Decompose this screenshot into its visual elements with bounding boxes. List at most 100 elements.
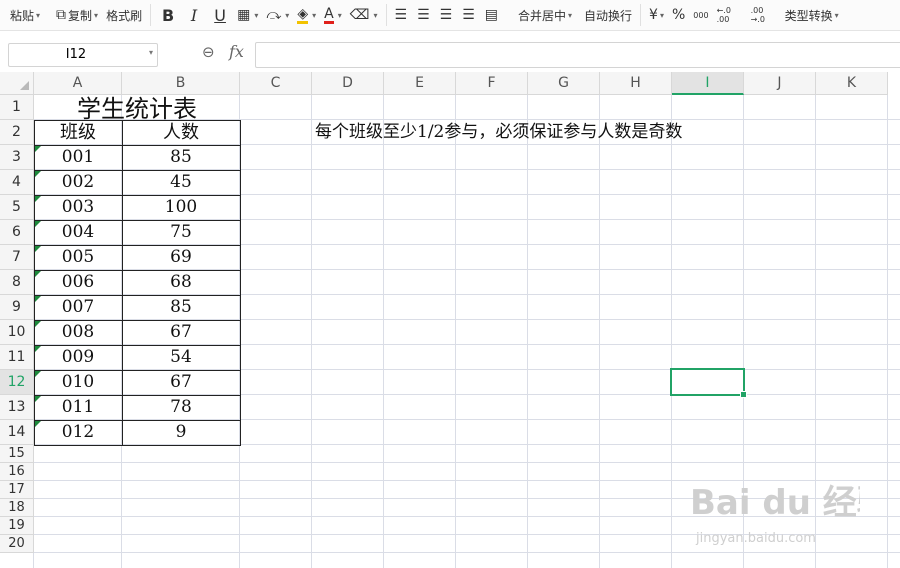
merge-center-button[interactable]: 合并居中 ▾ <box>514 3 576 27</box>
note-text: 每个班级至少1/2参与，必须保证参与人数是奇数 <box>315 122 683 142</box>
class-cell[interactable]: 001 <box>34 145 122 170</box>
row-header-10[interactable]: 10 <box>0 320 34 345</box>
class-cell[interactable]: 005 <box>34 245 122 270</box>
column-header-d[interactable]: D <box>312 72 384 95</box>
count-cell[interactable]: 67 <box>122 370 240 395</box>
column-header-k[interactable]: K <box>816 72 888 95</box>
count-cell[interactable]: 75 <box>122 220 240 245</box>
select-all-triangle-icon <box>20 81 29 90</box>
column-header-a[interactable]: A <box>34 72 122 95</box>
fill-bucket-icon: ◈ <box>297 5 309 24</box>
copy-button[interactable]: ⧉ 复制 ▾ <box>52 3 102 27</box>
font-color-button[interactable]: A ▾ <box>320 3 346 27</box>
row-header-14[interactable]: 14 <box>0 420 34 445</box>
count-cell[interactable]: 100 <box>122 195 240 220</box>
column-header-e[interactable]: E <box>384 72 456 95</box>
row-header-4[interactable]: 4 <box>0 170 34 195</box>
fx-icon[interactable]: fx <box>229 42 244 61</box>
class-cell[interactable]: 009 <box>34 345 122 370</box>
column-title-class: 班级 <box>60 122 96 143</box>
toolbar-divider <box>150 4 152 26</box>
wrap-text-button[interactable]: 自动换行 <box>580 3 636 27</box>
count-cell[interactable]: 67 <box>122 320 240 345</box>
italic-button[interactable]: I <box>181 3 207 27</box>
row-header-12[interactable]: 12 <box>0 370 34 395</box>
row-header-15[interactable]: 15 <box>0 445 34 463</box>
class-cell[interactable]: 010 <box>34 370 122 395</box>
class-cell[interactable]: 012 <box>34 420 122 445</box>
column-header-f[interactable]: F <box>456 72 528 95</box>
chevron-down-icon: ▾ <box>36 10 41 20</box>
row-header-3[interactable]: 3 <box>0 145 34 170</box>
row-header-1[interactable]: 1 <box>0 95 34 120</box>
fill-handle[interactable] <box>740 391 747 398</box>
align-center-button[interactable]: ☰ <box>413 3 436 27</box>
rotate-text-button[interactable]: ⤼ ▾ <box>262 3 293 27</box>
column-header-b[interactable]: B <box>122 72 240 95</box>
row-header-13[interactable]: 13 <box>0 395 34 420</box>
currency-button[interactable]: ¥ ▾ <box>645 3 668 27</box>
format-painter-button[interactable]: 格式刷 <box>102 3 146 27</box>
column-header-j[interactable]: J <box>744 72 816 95</box>
select-all-corner[interactable] <box>0 72 34 95</box>
border-button[interactable]: ▦ ▾ <box>233 3 262 27</box>
row-header-9[interactable]: 9 <box>0 295 34 320</box>
chevron-down-icon[interactable]: ▾ <box>149 48 153 57</box>
watermark-logo-text: Bai du 经验 <box>690 483 860 523</box>
class-cell[interactable]: 007 <box>34 295 122 320</box>
increase-decimal-button[interactable]: ←.0 .00 <box>713 3 747 27</box>
clear-button[interactable]: ⌫ ▾ <box>346 3 382 27</box>
distributed-button[interactable]: ▤ <box>481 3 504 27</box>
row-header-17[interactable]: 17 <box>0 481 34 499</box>
selected-cell-cursor[interactable] <box>670 368 747 398</box>
row-header-8[interactable]: 8 <box>0 270 34 295</box>
row-header-2[interactable]: 2 <box>0 120 34 145</box>
count-cell[interactable]: 85 <box>122 145 240 170</box>
convert-type-button[interactable]: 类型转换 ▾ <box>781 3 843 27</box>
column-header-i[interactable]: I <box>672 72 744 95</box>
wrap-text-label: 自动换行 <box>584 8 633 23</box>
count-cell[interactable]: 78 <box>122 395 240 420</box>
bold-button[interactable]: B <box>155 3 181 27</box>
column-title-count: 人数 <box>163 122 199 143</box>
class-cell[interactable]: 006 <box>34 270 122 295</box>
grid-row-line <box>34 462 900 463</box>
underline-button[interactable]: U <box>207 3 233 27</box>
align-left-button[interactable]: ☰ <box>391 3 414 27</box>
fill-color-button[interactable]: ◈ ▾ <box>293 3 320 27</box>
row-header-7[interactable]: 7 <box>0 245 34 270</box>
class-cell[interactable]: 011 <box>34 395 122 420</box>
align-right-button[interactable]: ☰ <box>436 3 459 27</box>
percent-button[interactable]: % <box>668 3 689 27</box>
count-cell[interactable]: 68 <box>122 270 240 295</box>
decrease-decimal-icon: .00 →.0 <box>750 6 765 24</box>
class-cell[interactable]: 008 <box>34 320 122 345</box>
count-cell[interactable]: 9 <box>122 420 240 445</box>
column-header-c[interactable]: C <box>240 72 312 95</box>
formula-input[interactable] <box>255 42 900 68</box>
row-header-16[interactable]: 16 <box>0 463 34 481</box>
italic-label: I <box>190 5 198 25</box>
class-cell[interactable]: 003 <box>34 195 122 220</box>
name-box[interactable]: I12 ▾ <box>8 43 158 67</box>
chevron-down-icon: ▾ <box>254 10 259 20</box>
row-header-6[interactable]: 6 <box>0 220 34 245</box>
row-header-19[interactable]: 19 <box>0 517 34 535</box>
class-cell[interactable]: 002 <box>34 170 122 195</box>
zoom-icon[interactable]: ⊖ <box>202 43 215 61</box>
count-cell[interactable]: 69 <box>122 245 240 270</box>
count-cell[interactable]: 45 <box>122 170 240 195</box>
row-header-20[interactable]: 20 <box>0 535 34 553</box>
class-cell[interactable]: 004 <box>34 220 122 245</box>
row-header-5[interactable]: 5 <box>0 195 34 220</box>
count-cell[interactable]: 85 <box>122 295 240 320</box>
paste-button[interactable]: 粘贴 ▾ <box>0 3 44 27</box>
decrease-decimal-button[interactable]: .00 →.0 <box>747 3 781 27</box>
justify-button[interactable]: ☰ <box>458 3 481 27</box>
thousands-button[interactable]: 000 <box>689 3 712 27</box>
count-cell[interactable]: 54 <box>122 345 240 370</box>
row-header-18[interactable]: 18 <box>0 499 34 517</box>
column-header-h[interactable]: H <box>600 72 672 95</box>
column-header-g[interactable]: G <box>528 72 600 95</box>
row-header-11[interactable]: 11 <box>0 345 34 370</box>
